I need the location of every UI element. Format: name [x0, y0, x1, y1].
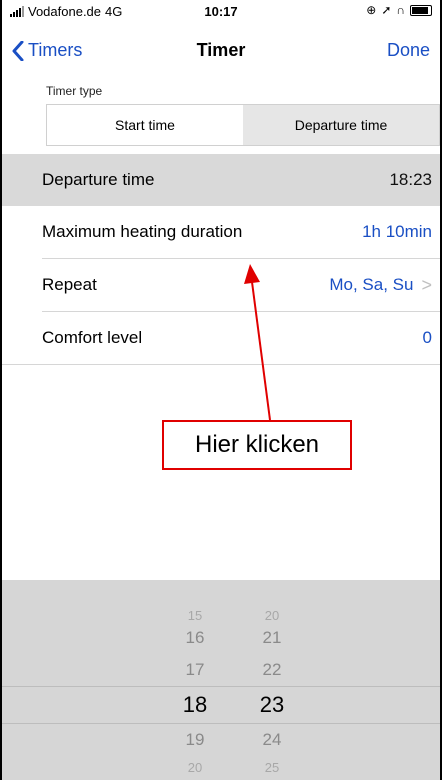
row-value: Mo, Sa, Su	[329, 275, 414, 294]
row-value: 0	[422, 328, 432, 347]
row-departure-time[interactable]: Departure time 18:23	[2, 154, 440, 206]
picker-minute-selected: 23	[259, 692, 285, 717]
row-repeat[interactable]: Repeat Mo, Sa, Su >	[2, 259, 440, 311]
timer-type-label: Timer type	[46, 84, 103, 98]
nav-bar: Timers Timer Done	[2, 22, 440, 82]
divider	[2, 364, 440, 365]
segment-start-time[interactable]: Start time	[47, 105, 243, 145]
status-right: ⊕ ➚ ∩	[366, 3, 432, 17]
picker-minute: 24	[262, 730, 282, 749]
picker-hour: 16	[185, 628, 205, 647]
phone-screen: Vodafone.de 4G 10:17 ⊕ ➚ ∩ Timers Timer …	[0, 0, 442, 780]
headphones-icon: ∩	[396, 3, 405, 17]
location-icon: ➚	[381, 3, 392, 17]
picker-minute: 22	[262, 660, 282, 679]
picker-hour: 17	[185, 660, 205, 679]
time-picker[interactable]: 15 16 17 18 19 20 20 21 22 23 24 25	[2, 580, 440, 780]
battery-icon	[410, 4, 432, 16]
picker-minute: 21	[262, 628, 282, 647]
picker-hour: 20	[187, 760, 203, 775]
row-label: Departure time	[42, 170, 155, 189]
row-comfort-level[interactable]: Comfort level 0	[2, 312, 440, 364]
lock-rotation-icon: ⊕	[366, 3, 377, 17]
done-button[interactable]: Done	[387, 40, 430, 61]
row-label: Maximum heating duration	[42, 222, 243, 241]
status-bar: Vodafone.de 4G 10:17 ⊕ ➚ ∩	[2, 0, 440, 22]
picker-hour-selected: 18	[182, 692, 208, 717]
row-label: Repeat	[42, 275, 97, 294]
timer-type-segmented-control: Start time Departure time	[46, 104, 440, 146]
row-value: 1h 10min	[362, 222, 432, 241]
chevron-right-icon: >	[421, 274, 432, 295]
row-value-wrap: Mo, Sa, Su >	[329, 275, 432, 296]
row-max-heating-duration[interactable]: Maximum heating duration 1h 10min	[2, 206, 440, 258]
page-title: Timer	[196, 40, 246, 60]
segment-departure-time[interactable]: Departure time	[243, 105, 439, 145]
row-label: Comfort level	[42, 328, 143, 347]
annotation-callout: Hier klicken	[162, 420, 352, 470]
picker-hour: 19	[185, 730, 205, 749]
picker-minute: 25	[264, 760, 280, 775]
picker-hour: 15	[187, 608, 203, 623]
row-value: 18:23	[389, 170, 432, 189]
picker-minute: 20	[264, 608, 280, 623]
